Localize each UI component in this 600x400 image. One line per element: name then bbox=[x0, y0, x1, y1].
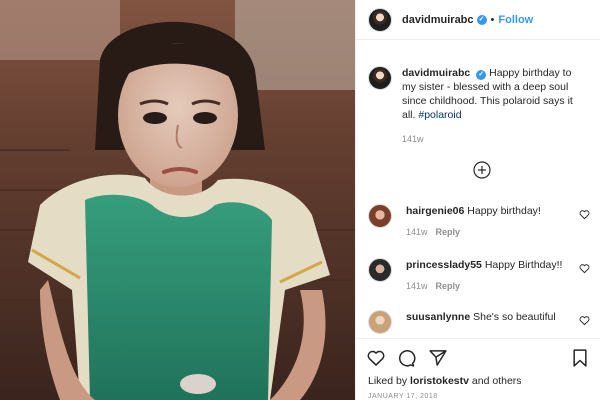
comment-text: Happy Birthday!! bbox=[484, 259, 563, 271]
comment-text: She's so beautiful bbox=[473, 311, 556, 323]
comment-reply-button[interactable]: Reply bbox=[436, 227, 461, 237]
commenter-username[interactable]: hairgenie06 bbox=[406, 205, 464, 217]
comment-item: suusanlynne She's so beautiful bbox=[368, 310, 590, 334]
commenter-username[interactable]: princesslady55 bbox=[406, 259, 482, 271]
author-avatar[interactable] bbox=[368, 7, 392, 32]
comment-bubble-icon[interactable] bbox=[396, 348, 416, 368]
paper-plane-icon[interactable] bbox=[428, 348, 448, 368]
post-actions: Liked by loristokestv and others JANUARY… bbox=[356, 338, 600, 400]
caption-hashtag-link[interactable]: #polaroid bbox=[418, 109, 461, 121]
post-header: davidmuirabc ✓ • Follow bbox=[356, 0, 600, 40]
post-date[interactable]: JANUARY 17, 2018 bbox=[368, 393, 438, 400]
commenter-avatar[interactable] bbox=[368, 258, 392, 282]
comment-line: hairgenie06 Happy birthday! bbox=[406, 204, 590, 218]
caption-author-username[interactable]: davidmuirabc bbox=[402, 67, 470, 79]
comment-body: suusanlynne She's so beautiful bbox=[406, 310, 590, 334]
comment-item: princesslady55 Happy Birthday!! 141w Repl… bbox=[368, 258, 590, 291]
caption-author-avatar[interactable] bbox=[368, 66, 392, 90]
comment-reply-button[interactable]: Reply bbox=[436, 281, 461, 291]
small-heart-icon[interactable] bbox=[579, 315, 590, 326]
small-heart-icon[interactable] bbox=[579, 209, 590, 220]
commenter-username[interactable]: suusanlynne bbox=[406, 311, 470, 323]
post-side-panel: davidmuirabc ✓ • Follow davidmuirabc ✓ H… bbox=[355, 0, 600, 400]
header-separator: • bbox=[490, 13, 495, 26]
comment-timestamp[interactable]: 141w bbox=[406, 281, 428, 291]
caption-text-block: davidmuirabc ✓ Happy birthday to my sist… bbox=[402, 66, 582, 146]
comment-item: hairgenie06 Happy birthday! 141w Reply bbox=[368, 204, 590, 237]
comment-text: Happy birthday! bbox=[467, 205, 541, 217]
comment-body: princesslady55 Happy Birthday!! 141w Repl… bbox=[406, 258, 590, 291]
comment-body: hairgenie06 Happy birthday! 141w Reply bbox=[406, 204, 590, 237]
bookmark-icon[interactable] bbox=[570, 348, 590, 368]
comment-meta: 141w Reply bbox=[406, 227, 590, 237]
caption-verified-badge-icon: ✓ bbox=[476, 70, 487, 80]
liked-by-prefix: Liked by bbox=[368, 375, 408, 387]
verified-badge-icon: ✓ bbox=[476, 14, 487, 25]
liked-by-suffix[interactable]: and others bbox=[472, 375, 522, 387]
follow-button[interactable]: Follow bbox=[498, 14, 533, 26]
liked-by-username[interactable]: loristokestv bbox=[410, 375, 469, 387]
comment-line: suusanlynne She's so beautiful bbox=[406, 310, 590, 324]
comment-line: princesslady55 Happy Birthday!! bbox=[406, 258, 590, 272]
commenter-avatar[interactable] bbox=[368, 310, 392, 334]
comment-timestamp[interactable]: 141w bbox=[406, 227, 428, 237]
post-photo[interactable] bbox=[0, 0, 355, 400]
author-username[interactable]: davidmuirabc bbox=[402, 14, 474, 26]
heart-icon[interactable] bbox=[366, 348, 386, 368]
small-heart-icon[interactable] bbox=[579, 263, 590, 274]
polaroid-girl-image bbox=[0, 0, 355, 400]
likes-summary: Liked by loristokestv and others bbox=[368, 375, 522, 387]
commenter-avatar[interactable] bbox=[368, 204, 392, 228]
comment-meta: 141w Reply bbox=[406, 281, 590, 291]
plus-circle-icon[interactable] bbox=[473, 161, 491, 179]
caption-timestamp[interactable]: 141w bbox=[402, 132, 582, 146]
post-caption: davidmuirabc ✓ Happy birthday to my sist… bbox=[356, 40, 600, 146]
